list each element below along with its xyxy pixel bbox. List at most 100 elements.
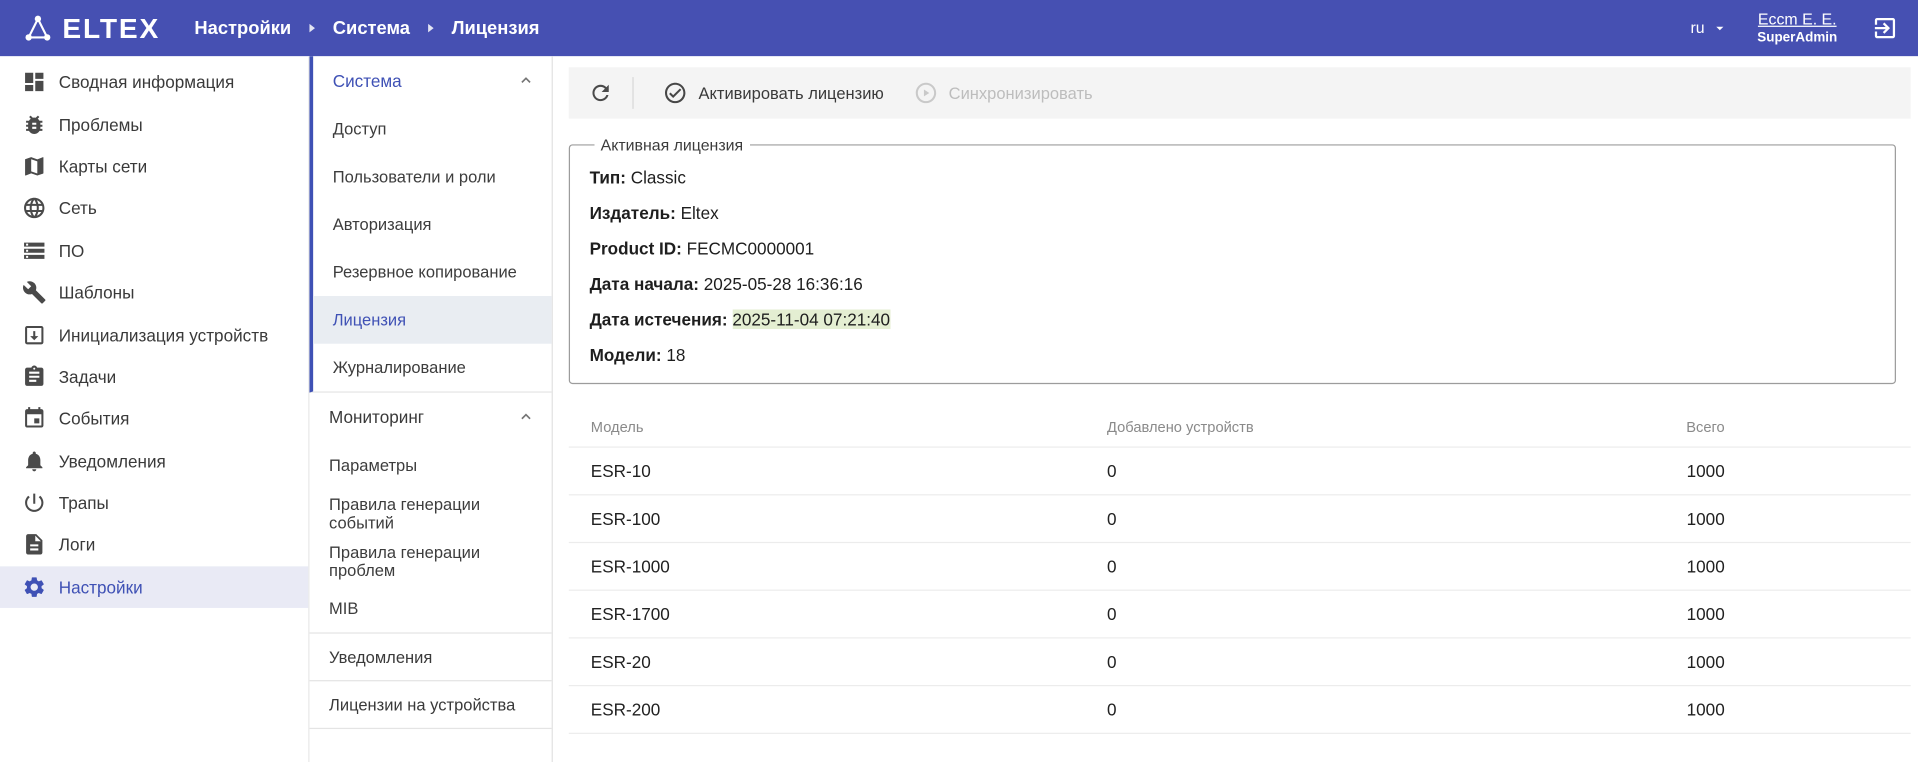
submenu-item-users-roles[interactable]: Пользователи и роли xyxy=(313,153,552,201)
breadcrumb-arrow-icon xyxy=(423,21,438,36)
submenu-item-mib[interactable]: MIB xyxy=(309,585,551,633)
sidebar-item-label: Проблемы xyxy=(59,114,143,134)
submenu-item-access[interactable]: Доступ xyxy=(313,105,552,153)
user-name-link[interactable]: Eccm E. E. xyxy=(1757,8,1837,29)
eltex-logo[interactable]: ELTEX xyxy=(22,12,160,45)
activate-license-button[interactable]: Активировать лицензию xyxy=(648,67,898,118)
sidebar-item-label: Настройки xyxy=(59,577,143,597)
sidebar-item-problems[interactable]: Проблемы xyxy=(0,103,308,145)
cell-added: 0 xyxy=(1107,700,1531,720)
cell-model: ESR-1000 xyxy=(591,557,1107,577)
top-header-bar: ELTEX Настройки Система Лицензия ru Eccm… xyxy=(0,0,1918,56)
table-row: ESR-200 0 1000 xyxy=(569,686,1911,734)
active-license-panel: Активная лицензия Тип: Classic Издатель:… xyxy=(569,136,1896,384)
user-menu[interactable]: Eccm E. E. SuperAdmin xyxy=(1757,8,1837,48)
primary-sidebar: Сводная информация Проблемы Карты сети С… xyxy=(0,56,309,762)
submenu-item-event-rules[interactable]: Правила генерации событий xyxy=(309,489,551,537)
submenu-group-monitoring: Мониторинг Параметры Правила генерации с… xyxy=(309,393,551,634)
submenu-group-label: Система xyxy=(333,71,402,91)
bug-icon xyxy=(22,112,46,136)
sidebar-item-traps[interactable]: Трапы xyxy=(0,482,308,524)
column-header-total: Всего xyxy=(1531,418,1910,435)
breadcrumb: Настройки Система Лицензия xyxy=(194,18,539,39)
sidebar-item-label: Трапы xyxy=(59,493,109,513)
refresh-icon xyxy=(588,81,612,105)
check-circle-icon xyxy=(663,81,687,105)
sidebar-item-settings[interactable]: Настройки xyxy=(0,566,308,608)
sidebar-item-label: Инициализация устройств xyxy=(59,325,268,345)
user-role-label: SuperAdmin xyxy=(1757,30,1837,48)
sidebar-item-label: Уведомления xyxy=(59,451,166,471)
submenu-item-backup[interactable]: Резервное копирование xyxy=(313,248,552,296)
sidebar-item-notifications[interactable]: Уведомления xyxy=(0,440,308,482)
sidebar-item-label: Логи xyxy=(59,535,96,555)
device-init-icon xyxy=(22,322,46,346)
main-content: Активировать лицензию Синхронизировать А… xyxy=(553,56,1918,762)
breadcrumb-license[interactable]: Лицензия xyxy=(452,18,540,39)
cell-model: ESR-1700 xyxy=(591,604,1107,624)
submenu-group-label: Мониторинг xyxy=(329,407,424,427)
calendar-icon xyxy=(22,406,46,430)
sidebar-item-label: Сеть xyxy=(59,199,97,219)
submenu-item-authorization[interactable]: Авторизация xyxy=(313,201,552,249)
cell-total: 1000 xyxy=(1531,509,1910,529)
sidebar-item-software[interactable]: ПО xyxy=(0,229,308,271)
license-toolbar: Активировать лицензию Синхронизировать xyxy=(569,67,1911,118)
app-window: ELTEX Настройки Система Лицензия ru Eccm… xyxy=(0,0,1918,762)
sidebar-item-tasks[interactable]: Задачи xyxy=(0,356,308,398)
sidebar-item-templates[interactable]: Шаблоны xyxy=(0,271,308,313)
license-field-value: FECMC0000001 xyxy=(687,239,815,259)
secondary-sidebar: Система Доступ Пользователи и роли Автор… xyxy=(309,56,552,762)
sidebar-item-logs[interactable]: Логи xyxy=(0,524,308,566)
breadcrumb-settings[interactable]: Настройки xyxy=(194,18,291,39)
logout-button[interactable] xyxy=(1872,15,1899,42)
logout-icon xyxy=(1872,15,1899,42)
refresh-button[interactable] xyxy=(583,76,617,110)
sidebar-item-summary[interactable]: Сводная информация xyxy=(0,61,308,103)
submenu-item-logging[interactable]: Журналирование xyxy=(313,344,552,392)
gear-icon xyxy=(22,575,46,599)
license-field-value: 2025-05-28 16:36:16 xyxy=(704,274,863,294)
submenu-group-monitoring-header[interactable]: Мониторинг xyxy=(309,393,551,442)
submenu-item-notifications[interactable]: Уведомления xyxy=(309,634,551,682)
globe-icon xyxy=(22,196,46,220)
caret-down-icon xyxy=(1711,20,1728,37)
submenu-item-problem-rules[interactable]: Правила генерации проблем xyxy=(309,537,551,585)
toolbar-divider xyxy=(632,77,633,109)
header-right-controls: ru Eccm E. E. SuperAdmin xyxy=(1691,8,1899,48)
table-header-row: Модель Добавлено устройств Всего xyxy=(569,406,1911,448)
play-circle-icon xyxy=(913,81,937,105)
cell-model: ESR-100 xyxy=(591,509,1107,529)
cell-total: 1000 xyxy=(1531,700,1910,720)
license-field-type: Тип: Classic xyxy=(590,168,1876,188)
cell-model: ESR-10 xyxy=(591,461,1107,481)
cell-total: 1000 xyxy=(1531,652,1910,672)
sidebar-item-network-maps[interactable]: Карты сети xyxy=(0,145,308,187)
language-selector[interactable]: ru xyxy=(1691,19,1728,37)
table-row: ESR-1700 0 1000 xyxy=(569,591,1911,639)
cell-model: ESR-20 xyxy=(591,652,1107,672)
eltex-logo-icon xyxy=(22,12,54,44)
cell-total: 1000 xyxy=(1531,604,1910,624)
submenu-item-device-licenses[interactable]: Лицензии на устройства xyxy=(309,681,551,729)
license-field-expiry-date: Дата истечения: 2025-11-04 07:21:40 xyxy=(590,309,1876,329)
license-field-value-highlighted: 2025-11-04 07:21:40 xyxy=(732,309,890,329)
submenu-group-system: Система Доступ Пользователи и роли Автор… xyxy=(309,56,551,392)
sidebar-item-events[interactable]: События xyxy=(0,398,308,440)
license-field-value: 18 xyxy=(666,345,685,365)
sidebar-item-network[interactable]: Сеть xyxy=(0,187,308,229)
sidebar-item-label: События xyxy=(59,409,130,429)
activate-license-label: Активировать лицензию xyxy=(698,84,883,102)
breadcrumb-system[interactable]: Система xyxy=(333,18,410,39)
license-field-value: Eltex xyxy=(681,203,719,223)
sidebar-item-device-init[interactable]: Инициализация устройств xyxy=(0,314,308,356)
cell-added: 0 xyxy=(1107,652,1531,672)
cell-added: 0 xyxy=(1107,509,1531,529)
submenu-item-license[interactable]: Лицензия xyxy=(313,296,552,344)
dashboard-icon xyxy=(22,70,46,94)
submenu-group-system-header[interactable]: Система xyxy=(313,56,552,105)
synchronize-button[interactable]: Синхронизировать xyxy=(899,67,1108,118)
active-license-legend: Активная лицензия xyxy=(594,136,749,154)
license-field-value: Classic xyxy=(631,168,686,188)
submenu-item-parameters[interactable]: Параметры xyxy=(309,442,551,490)
